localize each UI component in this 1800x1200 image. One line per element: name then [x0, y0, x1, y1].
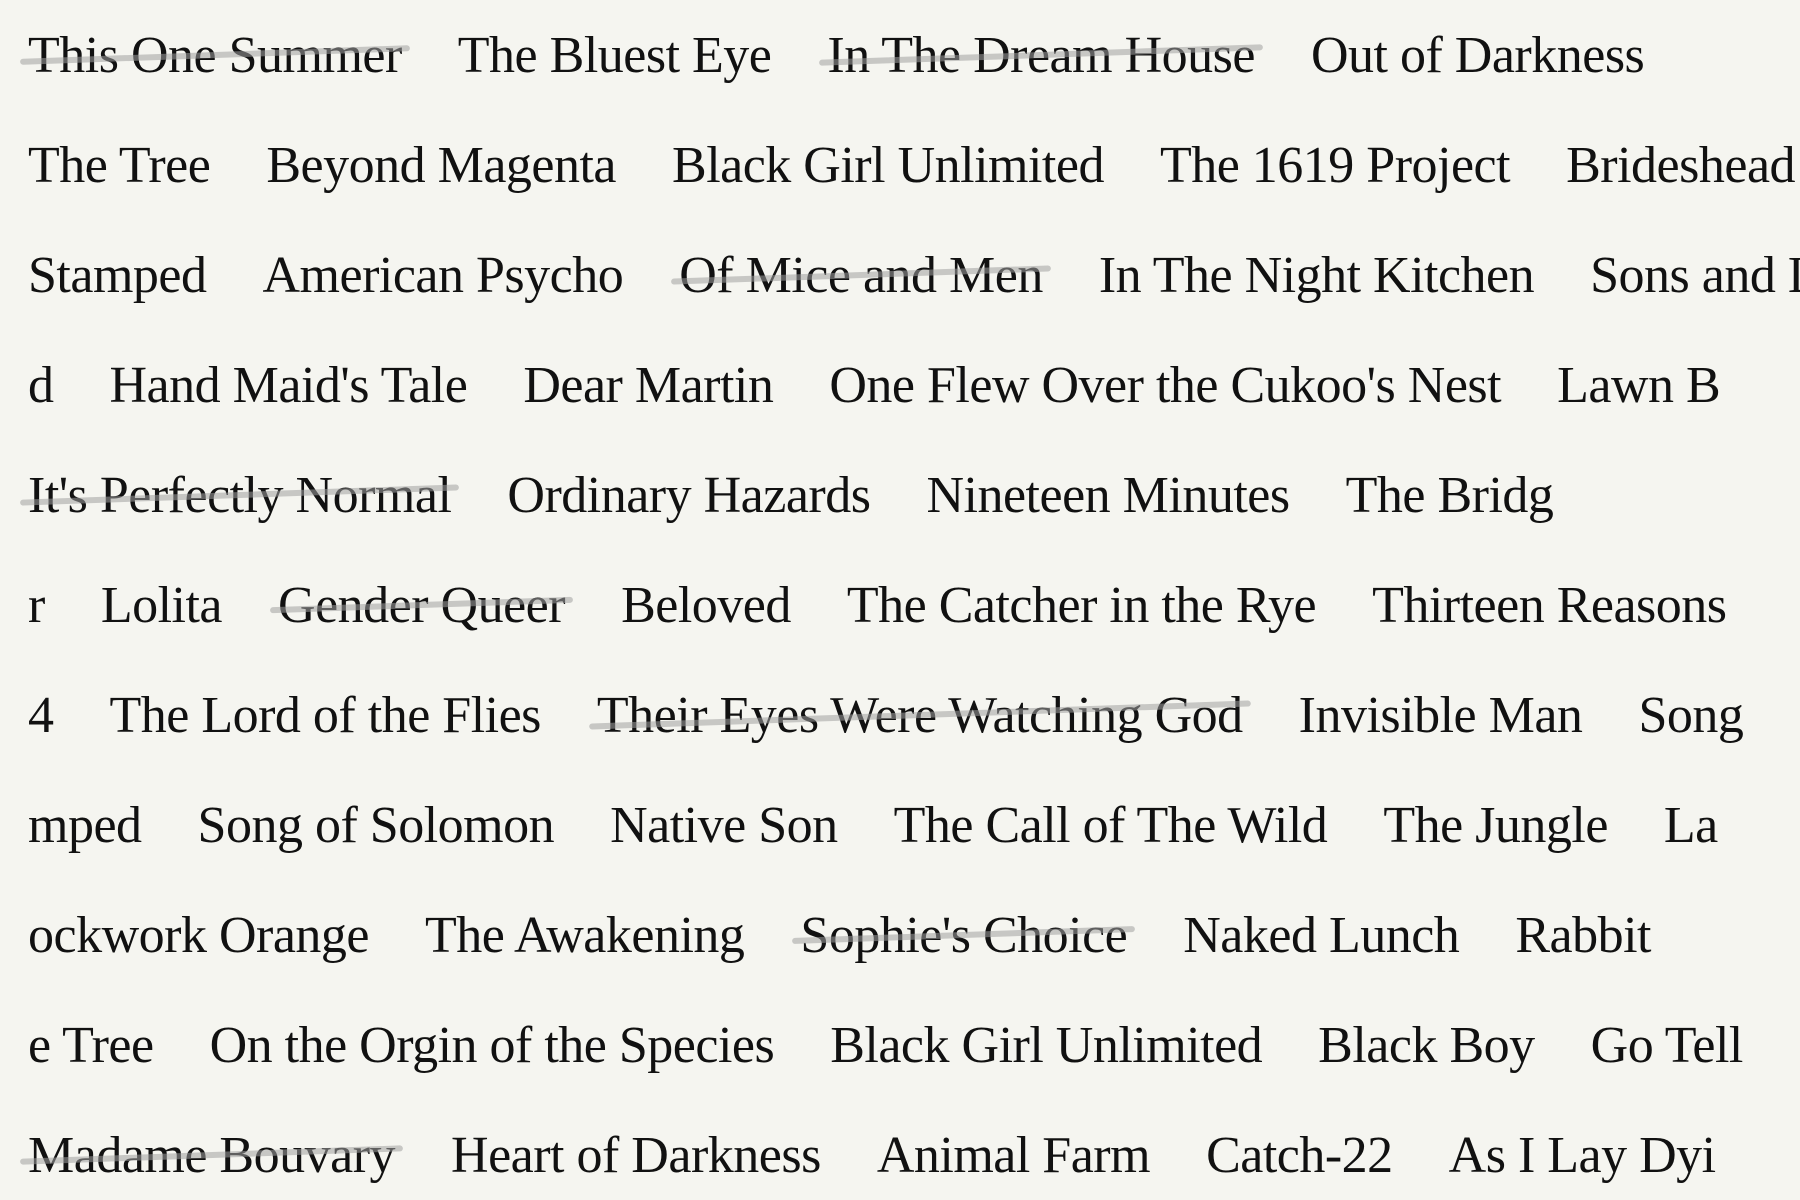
book-title-9-2: Black Girl Unlimited [802, 1016, 1290, 1075]
book-title-1-4: Brideshead [1538, 136, 1800, 195]
book-title-4-3: The Bridg [1318, 466, 1582, 525]
book-title-6-4: Song [1610, 686, 1771, 745]
book-title-4-1: Ordinary Hazards [479, 466, 898, 525]
book-title-3-1: Hand Maid's Tale [82, 356, 496, 415]
title-row-11: Madame BouvaryHeart of DarknessAnimal Fa… [0, 1100, 1800, 1200]
book-title-7-1: Song of Solomon [170, 796, 583, 855]
book-title-2-2: Of Mice and Men [651, 246, 1071, 305]
book-title-5-0: r [0, 576, 73, 635]
title-row-5: It's Perfectly NormalOrdinary HazardsNin… [0, 440, 1800, 550]
title-row-7: 4The Lord of the FliesTheir Eyes Were Wa… [0, 660, 1800, 770]
book-title-5-3: Beloved [593, 576, 819, 635]
book-title-7-4: The Jungle [1355, 796, 1636, 855]
book-title-7-5: La [1636, 796, 1746, 855]
book-title-1-0: The Tree [0, 136, 238, 195]
book-title-0-0: This One Summer [0, 26, 430, 85]
book-title-5-2: Gender Queer [250, 576, 593, 635]
book-title-6-2: Their Eyes Were Watching God [569, 686, 1271, 745]
book-title-10-2: Animal Farm [849, 1126, 1178, 1185]
book-title-2-3: In The Night Kitchen [1071, 246, 1562, 305]
title-row-1: This One SummerThe Bluest EyeIn The Drea… [0, 0, 1800, 110]
book-title-6-1: The Lord of the Flies [82, 686, 569, 745]
book-title-0-2: In The Dream House [799, 26, 1283, 85]
title-row-6: rLolitaGender QueerBelovedThe Catcher in… [0, 550, 1800, 660]
book-title-9-4: Go Tell [1563, 1016, 1771, 1075]
book-title-2-0: Stamped [0, 246, 234, 305]
book-title-9-0: e Tree [0, 1016, 182, 1075]
book-title-5-4: The Catcher in the Rye [819, 576, 1344, 635]
title-row-3: StampedAmerican PsychoOf Mice and MenIn … [0, 220, 1800, 330]
book-title-5-5: Thirteen Reasons [1344, 576, 1754, 635]
title-row-2: The TreeBeyond MagentaBlack Girl Unlimit… [0, 110, 1800, 220]
book-title-8-2: Sophie's Choice [772, 906, 1155, 965]
book-title-3-2: Dear Martin [495, 356, 801, 415]
book-title-6-0: 4 [0, 686, 82, 745]
book-title-1-3: The 1619 Project [1132, 136, 1538, 195]
book-title-8-3: Naked Lunch [1155, 906, 1487, 965]
book-title-0-3: Out of Darkness [1283, 26, 1672, 85]
title-row-4: dHand Maid's TaleDear MartinOne Flew Ove… [0, 330, 1800, 440]
book-title-0-1: The Bluest Eye [430, 26, 800, 85]
book-title-3-0: d [0, 356, 82, 415]
title-row-8: mpedSong of SolomonNative SonThe Call of… [0, 770, 1800, 880]
book-title-1-2: Black Girl Unlimited [644, 136, 1132, 195]
book-title-10-1: Heart of Darkness [423, 1126, 849, 1185]
book-title-10-0: Madame Bouvary [0, 1126, 423, 1185]
book-title-9-1: On the Orgin of the Species [182, 1016, 803, 1075]
book-titles-background: This One SummerThe Bluest EyeIn The Drea… [0, 0, 1800, 1200]
book-title-3-4: Lawn B [1529, 356, 1748, 415]
title-row-9: ockwork OrangeThe AwakeningSophie's Choi… [0, 880, 1800, 990]
book-title-3-3: One Flew Over the Cukoo's Nest [801, 356, 1529, 415]
book-title-8-0: ockwork Orange [0, 906, 397, 965]
book-title-10-3: Catch-22 [1178, 1126, 1421, 1185]
book-title-1-1: Beyond Magenta [238, 136, 644, 195]
book-title-6-3: Invisible Man [1271, 686, 1611, 745]
book-title-2-4: Sons and L [1562, 246, 1800, 305]
book-title-10-4: As I Lay Dyi [1421, 1126, 1744, 1185]
book-title-7-2: Native Son [582, 796, 866, 855]
book-title-8-1: The Awakening [397, 906, 772, 965]
book-title-4-0: It's Perfectly Normal [0, 466, 479, 525]
book-title-7-0: mped [0, 796, 170, 855]
book-title-4-2: Nineteen Minutes [898, 466, 1317, 525]
book-title-2-1: American Psycho [234, 246, 651, 305]
book-title-8-4: Rabbit [1487, 906, 1679, 965]
book-title-7-3: The Call of The Wild [866, 796, 1356, 855]
book-title-5-1: Lolita [73, 576, 250, 635]
book-title-9-3: Black Boy [1290, 1016, 1562, 1075]
title-row-10: e TreeOn the Orgin of the SpeciesBlack G… [0, 990, 1800, 1100]
